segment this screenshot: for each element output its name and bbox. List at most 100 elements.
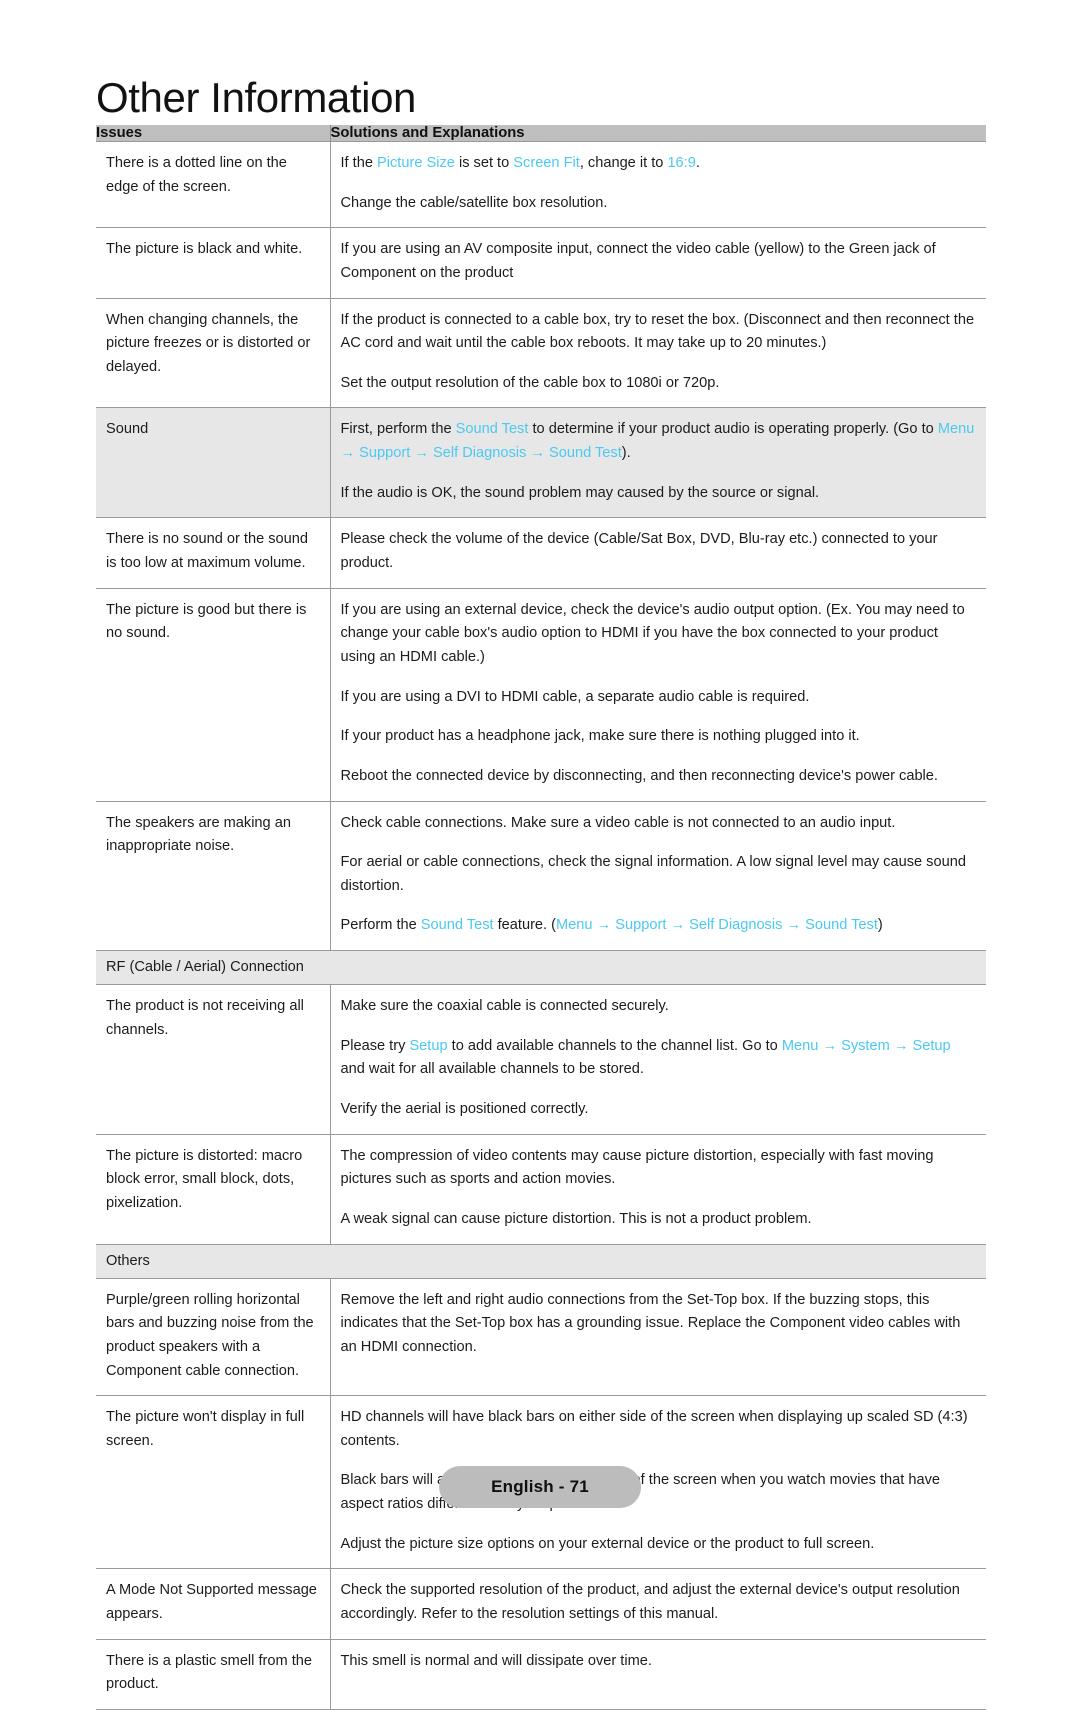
menu-term: → — [822, 1037, 838, 1054]
menu-term: → — [786, 917, 802, 934]
menu-term: Setup — [409, 1037, 448, 1054]
solution-paragraph: If you are using an AV composite input, … — [340, 241, 936, 281]
issue-cell: A Mode Not Supported message appears. — [96, 1568, 331, 1640]
table-row: The picture is black and white. If you ar… — [96, 227, 986, 299]
solution-paragraph: Verify the aerial is positioned correctl… — [340, 1101, 589, 1118]
issue-text: The product is not receiving all channel… — [106, 998, 304, 1038]
solution-cell: If the product is connected to a cable b… — [330, 297, 986, 408]
issue-cell: The picture won't display in full screen… — [96, 1395, 331, 1569]
table-row: The picture is good but there is no soun… — [96, 587, 986, 802]
menu-term: → — [670, 917, 686, 934]
menu-term: → — [414, 445, 429, 462]
menu-term: Support — [359, 445, 411, 462]
solution-paragraph: Black bars will appear on the top and bo… — [340, 1472, 941, 1513]
issue-text: When changing channels, the picture free… — [106, 311, 311, 375]
solution-cell: Check cable connections. Make sure a vid… — [330, 800, 986, 951]
menu-term: Menu — [556, 917, 593, 934]
solution-paragraph: This smell is normal and will dissipate … — [340, 1652, 652, 1669]
solution-cell: If you are using an external device, che… — [330, 587, 986, 802]
menu-term: Menu — [937, 421, 975, 438]
table-row: When changing channels, the picture free… — [96, 297, 986, 408]
solution-cell: If you are using an AV composite input, … — [330, 227, 986, 299]
menu-term: Setup — [912, 1037, 951, 1054]
table-row: There is a dotted line on the edge of th… — [96, 140, 986, 228]
solution-paragraph: Set the output resolution of the cable b… — [340, 374, 720, 391]
table-row: The picture is distorted: macro block er… — [96, 1133, 986, 1245]
issue-cell: When changing channels, the picture free… — [96, 297, 331, 408]
menu-term: → — [893, 1037, 909, 1054]
solution-cell: If the Picture Size is set to Screen Fit… — [330, 140, 986, 228]
issue-text: The picture is distorted: macro block er… — [106, 1147, 303, 1211]
solution-paragraph: Remove the left and right audio connecti… — [340, 1291, 961, 1355]
table-header: Issues Solutions and Explanations — [96, 125, 986, 142]
issue-text: The picture is good but there is no soun… — [106, 601, 307, 642]
table-section-row: Others — [96, 1243, 986, 1279]
page-title: Other Information — [96, 74, 417, 122]
menu-term: Sound Test — [549, 445, 622, 462]
issue-text: A Mode Not Supported message appears. — [106, 1582, 317, 1622]
solution-cell: Make sure the coaxial cable is connected… — [330, 984, 986, 1135]
solution-paragraph: If the audio is OK, the sound problem ma… — [340, 484, 820, 501]
solution-paragraph: Make sure the coaxial cable is connected… — [340, 998, 669, 1015]
issue-text: There is no sound or the sound is too lo… — [106, 531, 309, 572]
solution-paragraph: Adjust the picture size options on your … — [340, 1535, 875, 1552]
issue-cell: The picture is good but there is no soun… — [96, 587, 331, 802]
document-page: Other Information Issues Solutions and E… — [0, 0, 1080, 1710]
menu-term: System — [841, 1037, 890, 1054]
menu-term: Sound Test — [455, 421, 529, 438]
menu-term: → — [596, 917, 612, 934]
solution-paragraph: Reboot the connected device by disconnec… — [340, 767, 938, 784]
issue-text: The picture is black and white. — [106, 241, 303, 258]
issue-text: The picture won't display in full screen… — [106, 1409, 305, 1449]
section-title: RF (Cable / Aerial) Connection — [96, 950, 986, 986]
menu-term: Picture Size — [377, 155, 455, 171]
solution-paragraph: HD channels will have black bars on eith… — [340, 1409, 968, 1449]
menu-term: Sound Test — [805, 917, 878, 934]
solution-cell: The compression of video contents may ca… — [330, 1133, 986, 1245]
solution-cell: Remove the left and right audio connecti… — [330, 1277, 986, 1396]
solution-paragraph: The compression of video contents may ca… — [340, 1147, 934, 1188]
solution-paragraph: A weak signal can cause picture distorti… — [340, 1210, 812, 1227]
issue-cell: The picture is black and white. — [96, 227, 331, 299]
table-row: The speakers are making an inappropriate… — [96, 800, 986, 951]
issue-cell: Sound — [96, 407, 331, 518]
section-title: Others — [96, 1243, 986, 1279]
solution-paragraph: Perform the Sound Test feature. (Menu → … — [340, 917, 883, 934]
table-section-row: RF (Cable / Aerial) Connection — [96, 950, 986, 986]
solution-paragraph: If your product has a headphone jack, ma… — [340, 728, 860, 745]
column-header-solutions: Solutions and Explanations — [330, 125, 986, 142]
solution-paragraph: If the product is connected to a cable b… — [340, 311, 975, 352]
solution-cell: This smell is normal and will dissipate … — [330, 1638, 986, 1710]
solution-paragraph: If you are using an external device, che… — [340, 601, 965, 665]
menu-term: 16:9 — [667, 155, 696, 171]
solution-paragraph: If you are using a DVI to HDMI cable, a … — [340, 688, 810, 705]
solution-cell: Check the supported resolution of the pr… — [330, 1568, 986, 1640]
table-row: There is a plastic smell from the produc… — [96, 1638, 986, 1710]
issue-cell: The product is not receiving all channel… — [96, 984, 331, 1135]
solution-cell: Please check the volume of the device (C… — [330, 517, 986, 589]
issue-cell: There is no sound or the sound is too lo… — [96, 517, 331, 589]
menu-term: Self Diagnosis — [689, 917, 783, 934]
menu-term: → — [340, 445, 356, 462]
table-row: Purple/green rolling horizontal bars and… — [96, 1277, 986, 1396]
solution-paragraph: First, perform the Sound Test to determi… — [340, 421, 975, 462]
menu-term: Support — [615, 917, 667, 934]
issue-cell: The picture is distorted: macro block er… — [96, 1133, 331, 1245]
issue-text: There is a plastic smell from the produc… — [106, 1652, 313, 1693]
table-row: There is no sound or the sound is too lo… — [96, 517, 986, 589]
solution-paragraph: Check the supported resolution of the pr… — [340, 1582, 960, 1622]
page-footer-badge: English - 71 — [439, 1466, 641, 1508]
solution-paragraph: Change the cable/satellite box resolutio… — [340, 194, 608, 211]
issue-text: There is a dotted line on the edge of th… — [106, 155, 287, 195]
issue-text: The speakers are making an inappropriate… — [106, 814, 291, 855]
menu-term: → — [530, 445, 545, 462]
solution-paragraph: If the Picture Size is set to Screen Fit… — [340, 155, 700, 171]
solution-paragraph: Check cable connections. Make sure a vid… — [340, 814, 896, 831]
issue-cell: Purple/green rolling horizontal bars and… — [96, 1277, 331, 1396]
column-header-issues: Issues — [96, 125, 331, 142]
issue-cell: There is a plastic smell from the produc… — [96, 1638, 331, 1710]
issue-text: Sound — [106, 421, 149, 438]
menu-term: Sound Test — [420, 917, 494, 934]
table-row: The product is not receiving all channel… — [96, 984, 986, 1135]
issue-text: Purple/green rolling horizontal bars and… — [106, 1291, 314, 1379]
